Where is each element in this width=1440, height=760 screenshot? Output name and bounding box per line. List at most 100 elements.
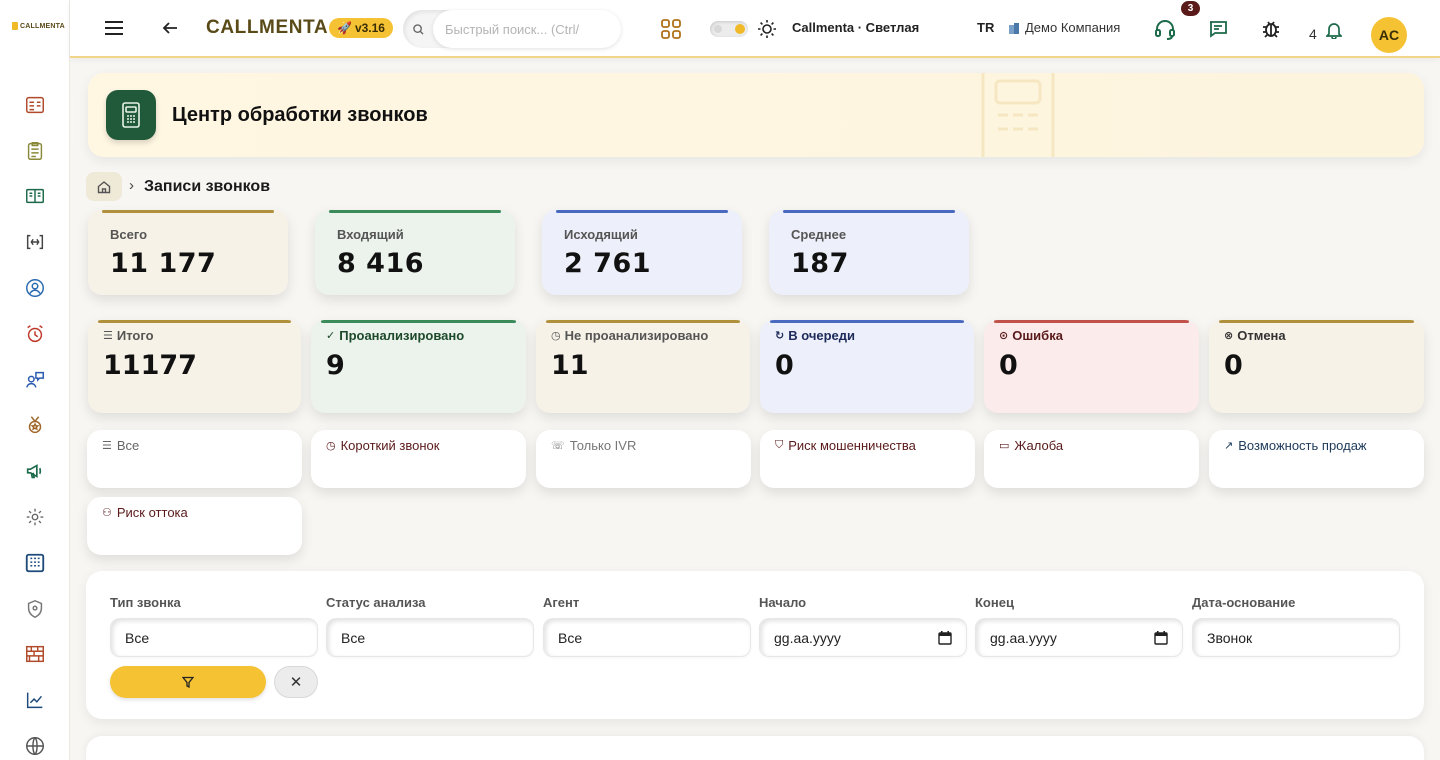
- card-accent-line: [556, 210, 728, 213]
- debug-button[interactable]: [1260, 17, 1282, 39]
- category-fraud-risk[interactable]: ⛉ Риск мошенничества: [760, 430, 975, 488]
- category-short-call[interactable]: ◷ Короткий звонок: [311, 430, 526, 488]
- status-value: 11: [551, 350, 589, 381]
- sidebar-item-reports[interactable]: [0, 128, 70, 174]
- refresh-icon: ↻: [775, 330, 785, 342]
- summary-value: 11 177: [110, 248, 217, 279]
- calendar-icon[interactable]: [938, 630, 952, 645]
- page-title: Центр обработки звонков: [172, 104, 428, 126]
- apply-filter-button[interactable]: [110, 666, 266, 698]
- sidebar-logo-text: CALLMENTA: [20, 22, 65, 30]
- version-text: v3.16: [354, 21, 385, 35]
- grid-icon: [661, 19, 681, 39]
- app-brand[interactable]: CALLMENTA: [206, 17, 328, 39]
- company-selector[interactable]: Демо Компания: [1008, 20, 1120, 35]
- category-complaint[interactable]: ▭ Жалоба: [984, 430, 1199, 488]
- category-ivr-only[interactable]: ☏ Только IVR: [536, 430, 751, 488]
- status-value: 0: [775, 350, 794, 381]
- calendar-icon[interactable]: [1154, 630, 1168, 645]
- sidebar-item-dashboard[interactable]: [0, 82, 70, 128]
- sidebar-item-campaigns[interactable]: [0, 448, 70, 494]
- status-card-not-analyzed[interactable]: ◷ Не проанализировано 11: [536, 320, 750, 413]
- call-type-select[interactable]: Все: [110, 618, 318, 657]
- status-card-error[interactable]: ⊙ Ошибка 0: [984, 320, 1199, 413]
- category-churn-risk[interactable]: ⚇ Риск оттока: [87, 497, 302, 555]
- category-label: Риск мошенничества: [788, 438, 916, 453]
- analysis-status-select[interactable]: Все: [326, 618, 534, 657]
- card-accent-line: [783, 210, 955, 213]
- sidebar-item-alarms[interactable]: [0, 311, 70, 357]
- card-accent-line: [994, 320, 1189, 323]
- summary-card-incoming[interactable]: Входящий 8 416: [315, 210, 515, 295]
- status-card-cancelled[interactable]: ⊗ Отмена 0: [1209, 320, 1424, 413]
- card-accent-line: [329, 210, 501, 213]
- sidebar-item-web[interactable]: [0, 723, 70, 760]
- status-label: Отмена: [1237, 328, 1286, 343]
- back-button[interactable]: [162, 20, 178, 36]
- sidebar-item-chat[interactable]: [0, 357, 70, 403]
- sidebar-item-agents[interactable]: [0, 265, 70, 311]
- menu-button[interactable]: [104, 18, 124, 38]
- filter-label: Статус анализа: [326, 595, 426, 610]
- sidebar-item-archive[interactable]: [0, 632, 70, 678]
- summary-card-average[interactable]: Среднее 187: [769, 210, 969, 295]
- sidebar-item-calls[interactable]: [0, 540, 70, 586]
- avatar[interactable]: AC: [1371, 17, 1407, 53]
- summary-value: 8 416: [337, 248, 425, 279]
- messages-button[interactable]: [1208, 19, 1228, 39]
- breadcrumb-current: Записи звонков: [144, 178, 271, 195]
- sidebar-item-records[interactable]: [0, 174, 70, 220]
- language-selector[interactable]: TR: [977, 20, 994, 35]
- theme-label[interactable]: Callmenta · Светлая: [792, 20, 919, 35]
- sidebar-item-security[interactable]: [0, 586, 70, 632]
- category-sales-opportunity[interactable]: ↗ Возможность продаж: [1209, 430, 1424, 488]
- clear-filter-button[interactable]: ✕: [274, 666, 318, 698]
- user-circle-icon: [26, 279, 44, 298]
- list-icon: ☰: [102, 440, 112, 452]
- sidebar-item-settings[interactable]: [0, 494, 70, 540]
- date-basis-select[interactable]: Звонок: [1192, 618, 1400, 657]
- sidebar-item-awards[interactable]: [0, 403, 70, 449]
- support-button[interactable]: [1154, 18, 1176, 40]
- breadcrumb-home[interactable]: [86, 172, 122, 201]
- card-accent-line: [102, 210, 274, 213]
- apps-button[interactable]: [660, 18, 682, 40]
- user-chat-icon: [26, 371, 44, 388]
- theme-toggle[interactable]: [710, 21, 748, 37]
- status-value: 0: [1224, 350, 1243, 381]
- status-label: В очереди: [788, 328, 856, 343]
- theme-button[interactable]: [757, 19, 777, 39]
- home-icon: [97, 180, 111, 193]
- select-value: Все: [558, 629, 583, 646]
- list-icon: ☰: [103, 330, 113, 342]
- start-date-input[interactable]: gg.aa.yyyy: [759, 618, 967, 657]
- end-date-input[interactable]: gg.aa.yyyy: [975, 618, 1183, 657]
- summary-card-total[interactable]: Всего 11 177: [88, 210, 288, 295]
- status-card-total[interactable]: ☰ Итого 11177: [88, 320, 301, 413]
- sidebar-item-analytics[interactable]: [0, 677, 70, 723]
- status-value: 11177: [103, 350, 197, 381]
- status-label: Проанализировано: [339, 328, 465, 343]
- agent-select[interactable]: Все: [543, 618, 751, 657]
- notifications-button[interactable]: [1326, 21, 1342, 39]
- company-name: Демо Компания: [1025, 20, 1121, 35]
- status-card-queued[interactable]: ↻ В очереди 0: [760, 320, 974, 413]
- filter-date-basis: Дата-основание Звонок: [1192, 595, 1400, 657]
- sidebar-logo[interactable]: CALLMENTA: [12, 22, 65, 30]
- filter-panel: Тип звонка Все Статус анализа Все Агент …: [86, 571, 1424, 719]
- category-all[interactable]: ☰ Все: [87, 430, 302, 488]
- globe-icon: [26, 737, 44, 756]
- summary-card-outgoing[interactable]: Исходящий 2 761: [542, 210, 742, 295]
- toggle-knob: [735, 24, 745, 34]
- category-label: Жалоба: [1014, 438, 1064, 453]
- select-value: Все: [125, 629, 150, 646]
- search-input[interactable]: [433, 10, 621, 48]
- sidebar-item-integrations[interactable]: [0, 219, 70, 265]
- check-icon: ✓: [326, 330, 336, 342]
- clock-icon: ◷: [551, 330, 561, 342]
- status-card-analyzed[interactable]: ✓ Проанализировано 9: [311, 320, 526, 413]
- card-accent-line: [98, 320, 291, 323]
- status-value: 9: [326, 350, 345, 381]
- category-label: Только IVR: [569, 438, 637, 453]
- summary-label: Входящий: [337, 227, 404, 242]
